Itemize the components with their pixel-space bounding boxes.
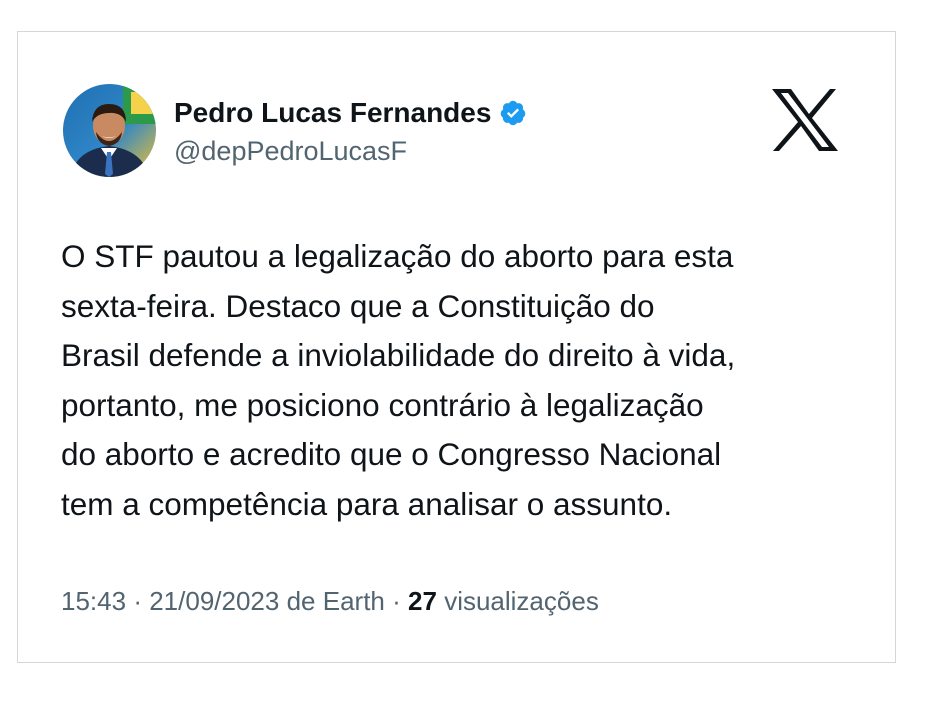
author-handle[interactable]: @depPedroLucasF (174, 134, 407, 168)
tweet-card: Pedro Lucas Fernandes @depPedroLucasF O … (17, 31, 896, 663)
x-logo-icon[interactable] (772, 89, 838, 151)
tweet-date[interactable]: 21/09/2023 (149, 586, 279, 616)
tweet-source: de Earth (286, 586, 385, 616)
avatar-photo (63, 84, 156, 177)
meta-separator: · (133, 586, 142, 616)
avatar[interactable] (63, 84, 156, 177)
views-count: 27 (408, 586, 437, 616)
author-display-name[interactable]: Pedro Lucas Fernandes (174, 96, 527, 130)
tweet-line: Brasil defende a inviolabilidade do dire… (61, 337, 736, 373)
meta-separator: · (392, 586, 401, 616)
tweet-body: O STF pautou a legalização do aborto par… (61, 232, 861, 529)
tweet-line: sexta-feira. Destaco que a Constituição … (61, 287, 655, 324)
views-label: visualizações (444, 586, 599, 616)
tweet-line: O STF pautou a legalização do aborto par… (61, 238, 734, 274)
tweet-time[interactable]: 15:43 (61, 586, 126, 616)
display-name-text: Pedro Lucas Fernandes (174, 97, 492, 128)
verified-badge-icon (499, 99, 527, 127)
tweet-line: tem a competência para analisar o assunt… (61, 485, 673, 522)
tweet-line: portanto, me posiciono contrário à legal… (61, 386, 704, 423)
tweet-meta: 15:43 · 21/09/2023 de Earth · 27 visuali… (61, 583, 599, 619)
tweet-line: do aborto e acredito que o Congresso Nac… (61, 436, 722, 472)
